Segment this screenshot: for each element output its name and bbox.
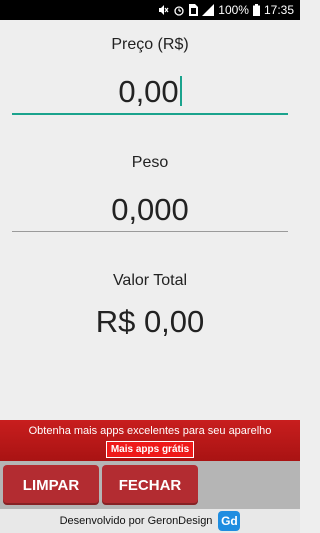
price-label: Preço (R$) [111, 36, 189, 53]
footer: Desenvolvido por GeronDesign Gd [0, 509, 300, 533]
weight-value: 0,000 [111, 192, 189, 227]
signal-icon [202, 4, 215, 16]
gerondesign-logo[interactable]: Gd [218, 511, 241, 531]
developer-credit: Desenvolvido por GeronDesign [59, 515, 213, 527]
mute-icon [157, 4, 169, 16]
battery-percent: 100% [218, 3, 249, 17]
price-input[interactable]: 0,00 [12, 74, 288, 110]
weight-label: Peso [131, 154, 169, 171]
total-label: Valor Total [112, 272, 188, 289]
promo-text: Obtenha mais apps excelentes para seu ap… [28, 425, 272, 437]
promo-banner[interactable]: Obtenha mais apps excelentes para seu ap… [0, 420, 300, 461]
weight-input-underline [12, 231, 288, 232]
total-value: R$ 0,00 [95, 304, 205, 339]
price-input-underline [12, 113, 288, 115]
clock: 17:35 [263, 3, 294, 17]
action-bar: LIMPAR FECHAR [0, 461, 300, 509]
text-caret [179, 76, 182, 106]
more-apps-button[interactable]: Mais apps grátis [105, 441, 195, 458]
status-bar: 100% 17:35 [0, 0, 300, 20]
sim-icon [189, 4, 199, 16]
clear-button[interactable]: LIMPAR [3, 465, 99, 505]
alarm-icon [173, 4, 185, 16]
close-button[interactable]: FECHAR [102, 465, 198, 505]
weight-input[interactable]: 0,000 [12, 192, 288, 228]
battery-icon [252, 4, 260, 16]
price-value: 0,00 [118, 74, 179, 109]
